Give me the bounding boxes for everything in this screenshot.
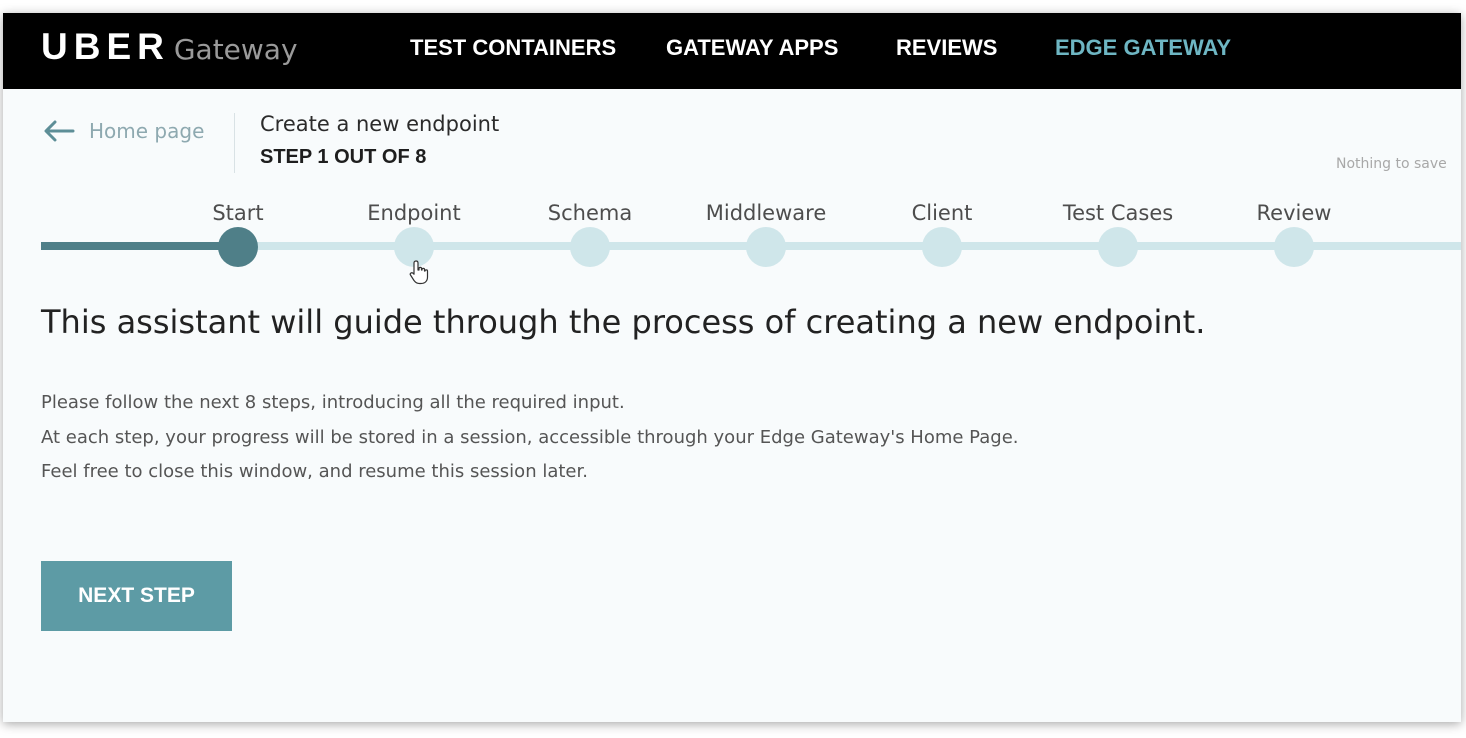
step-indicator: STEP 1 OUT OF 8	[260, 146, 427, 168]
nav-gateway-apps[interactable]: GATEWAY APPS	[666, 35, 838, 61]
step-label-review[interactable]: Review	[1214, 201, 1374, 225]
header-divider	[234, 113, 235, 173]
back-link-label: Home page	[89, 119, 205, 143]
logo-brand-text: UBER	[41, 26, 170, 67]
step-label-middleware[interactable]: Middleware	[686, 201, 846, 225]
nav-edge-gateway[interactable]: EDGE GATEWAY	[1055, 35, 1231, 61]
stepper-progress-bar	[41, 242, 237, 250]
logo-product-text: Gateway	[173, 33, 298, 66]
step-dot-test-cases[interactable]	[1098, 227, 1138, 267]
hand-pointer-cursor-icon	[409, 260, 429, 285]
step-dot-review[interactable]	[1274, 227, 1314, 267]
step-dot-start[interactable]	[218, 227, 258, 267]
nav-test-containers[interactable]: TEST CONTAINERS	[410, 35, 616, 61]
step-label-endpoint[interactable]: Endpoint	[334, 201, 494, 225]
app-window: UBER Gateway TEST CONTAINERS GATEWAY APP…	[3, 13, 1461, 722]
next-step-button[interactable]: NEXT STEP	[41, 561, 232, 631]
nav-reviews[interactable]: REVIEWS	[896, 35, 997, 61]
step-label-test-cases[interactable]: Test Cases	[1038, 201, 1198, 225]
step-label-schema[interactable]: Schema	[510, 201, 670, 225]
intro-paragraph-2: At each step, your progress will be stor…	[41, 427, 1019, 448]
step-dot-schema[interactable]	[570, 227, 610, 267]
save-status-text: Nothing to save	[1336, 156, 1447, 172]
step-label-client[interactable]: Client	[862, 201, 1022, 225]
intro-paragraph-3: Feel free to close this window, and resu…	[41, 461, 588, 482]
arrow-left-icon	[44, 120, 75, 142]
step-dot-middleware[interactable]	[746, 227, 786, 267]
step-label-start[interactable]: Start	[158, 201, 318, 225]
page-headline: This assistant will guide through the pr…	[41, 303, 1206, 341]
intro-paragraph-1: Please follow the next 8 steps, introduc…	[41, 392, 625, 413]
back-to-home-link[interactable]: Home page	[43, 119, 204, 143]
step-dot-client[interactable]	[922, 227, 962, 267]
wizard-title: Create a new endpoint	[260, 112, 500, 136]
uber-gateway-logo[interactable]: UBER Gateway	[41, 26, 298, 68]
top-navigation-bar: UBER Gateway TEST CONTAINERS GATEWAY APP…	[3, 13, 1461, 89]
